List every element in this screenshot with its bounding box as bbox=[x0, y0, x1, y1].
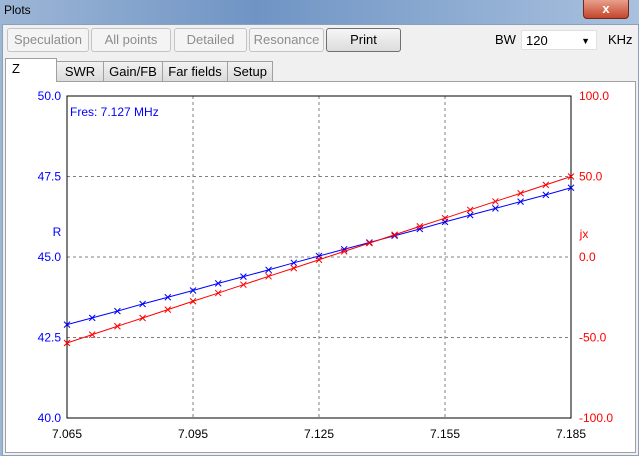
data-point-R bbox=[492, 205, 499, 212]
data-point-R bbox=[466, 211, 474, 219]
data-point-jx bbox=[214, 289, 222, 297]
data-point-R bbox=[517, 198, 524, 205]
data-point-jx bbox=[265, 272, 272, 280]
data-point-R bbox=[290, 259, 298, 267]
x-tick: 7.155 bbox=[430, 427, 460, 441]
data-point-jx bbox=[492, 198, 499, 205]
y-right-tick: 100.0 bbox=[579, 89, 609, 103]
data-point-jx bbox=[114, 322, 121, 330]
z-chart: Fres: 7.127 MHz R jx 50.0 47.5 45.0 42.5 40.… bbox=[38, 89, 614, 441]
data-point-R bbox=[164, 293, 172, 301]
x-tick: 7.125 bbox=[304, 427, 334, 441]
y-right-label: jx bbox=[579, 227, 589, 241]
data-point-R bbox=[139, 300, 146, 308]
y-right-tick: 0.0 bbox=[579, 250, 596, 264]
x-tick: 7.185 bbox=[556, 427, 586, 441]
y-right-tick: -100.0 bbox=[579, 411, 613, 425]
data-point-jx bbox=[240, 281, 247, 289]
data-point-R bbox=[114, 307, 121, 315]
data-point-jx bbox=[542, 181, 550, 189]
data-point-R bbox=[240, 273, 247, 280]
y-left-tick: 42.5 bbox=[38, 331, 62, 345]
y-right-tick: -50.0 bbox=[579, 331, 607, 345]
data-point-jx bbox=[189, 297, 197, 305]
x-tick: 7.095 bbox=[178, 427, 208, 441]
data-point-jx bbox=[290, 264, 298, 272]
data-point-jx bbox=[139, 314, 146, 322]
data-point-jx bbox=[466, 206, 474, 214]
data-point-jx bbox=[88, 331, 96, 338]
x-tick: 7.065 bbox=[52, 427, 82, 441]
data-point-jx bbox=[164, 306, 172, 314]
data-point-jx bbox=[315, 256, 323, 264]
tab-z[interactable]: Z bbox=[5, 58, 57, 82]
data-point-R bbox=[214, 280, 222, 287]
data-point-R bbox=[542, 191, 550, 199]
y-left-tick: 45.0 bbox=[38, 250, 62, 264]
data-point-R bbox=[88, 314, 96, 322]
y-left-tick: 47.5 bbox=[38, 170, 62, 184]
y-left-tick: 40.0 bbox=[38, 411, 62, 425]
y-left-tick: 50.0 bbox=[38, 89, 62, 103]
y-left-label: R bbox=[53, 225, 62, 239]
data-point-jx bbox=[517, 189, 524, 197]
data-point-R bbox=[265, 266, 272, 274]
y-right-tick: 50.0 bbox=[579, 170, 603, 184]
fres-annotation: Fres: 7.127 MHz bbox=[70, 105, 159, 119]
